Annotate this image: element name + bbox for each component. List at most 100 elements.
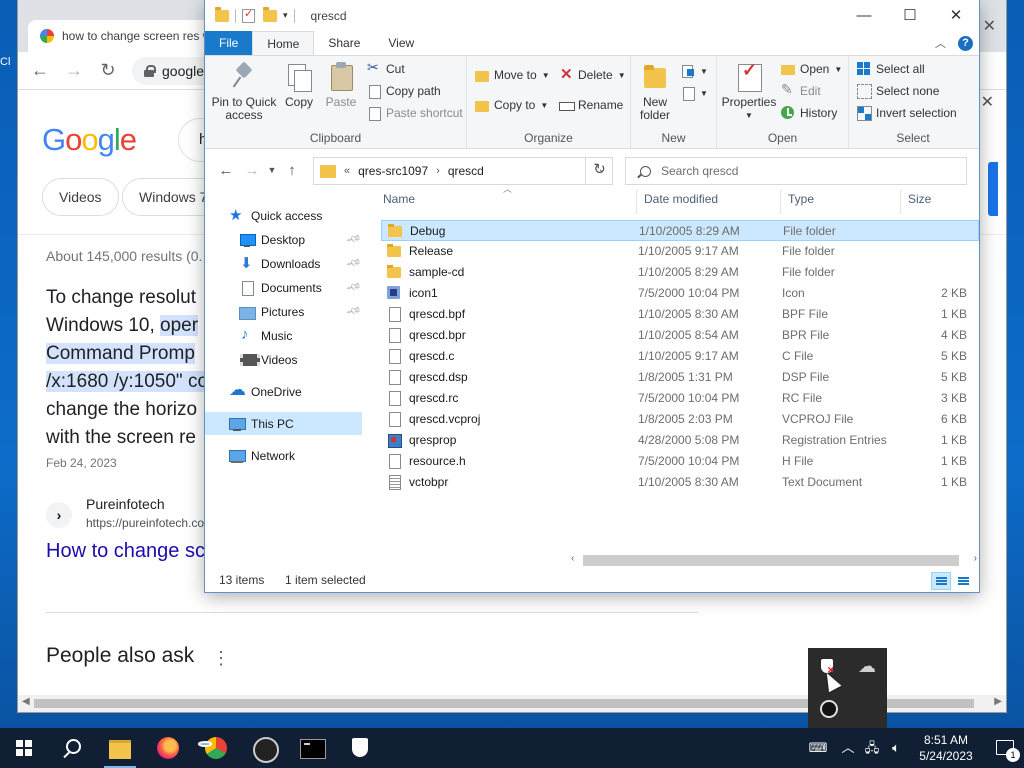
nav-onedrive[interactable]: OneDrive: [205, 380, 362, 403]
pin-to-quick-access-button[interactable]: Pin to Quick access: [211, 62, 277, 122]
file-row[interactable]: qresprop 4/28/2000 5:08 PM Registration En…: [381, 430, 979, 451]
show-hidden-icons-icon[interactable]: ︿: [836, 728, 860, 768]
select-none-button[interactable]: Select none: [857, 84, 939, 99]
column-separator[interactable]: [636, 190, 637, 214]
nav-quick-access[interactable]: Quick access: [205, 204, 362, 227]
properties-button[interactable]: Properties ▼: [721, 62, 777, 122]
scroll-left-icon[interactable]: ◀: [22, 696, 30, 707]
file-row[interactable]: icon1 7/5/2000 10:04 PM Icon 2 KB: [381, 283, 979, 304]
large-icons-view-icon[interactable]: [953, 572, 973, 590]
windows-security-icon[interactable]: [336, 728, 384, 768]
rename-button[interactable]: Rename: [559, 98, 623, 112]
search-input[interactable]: Search qrescd: [625, 157, 967, 185]
file-row[interactable]: resource.h 7/5/2000 10:04 PM H File 1 KB: [381, 451, 979, 472]
breadcrumb-overflow[interactable]: «: [344, 165, 350, 177]
open-button[interactable]: Open ▼: [781, 62, 842, 76]
delete-button[interactable]: Delete ▼: [559, 65, 626, 83]
file-row[interactable]: qrescd.bpr 1/10/2005 8:54 AM BPR File 4 KB: [381, 325, 979, 346]
new-item-button[interactable]: ▼: [681, 64, 708, 78]
nav-videos[interactable]: Videos: [205, 348, 362, 371]
copy-to-button[interactable]: Copy to ▼: [475, 98, 548, 112]
chrome-tab[interactable]: how to change screen res w: [28, 20, 228, 52]
file-list-horizontal-scrollbar[interactable]: ‹ ›: [571, 552, 979, 569]
side-panel-button[interactable]: [988, 162, 998, 216]
up-arrow-icon[interactable]: ↑: [279, 162, 305, 179]
back-arrow-icon[interactable]: ←: [213, 162, 239, 179]
desktop-icon-label[interactable]: Cl: [0, 56, 10, 68]
forward-arrow-icon[interactable]: →: [239, 162, 265, 179]
select-all-button[interactable]: Select all: [857, 62, 925, 76]
edit-button[interactable]: Edit: [781, 81, 821, 98]
taskbar-search-icon[interactable]: [48, 728, 96, 768]
refresh-icon[interactable]: ↻: [585, 157, 613, 185]
recording-app-icon[interactable]: [818, 698, 838, 718]
nav-network[interactable]: Network: [205, 444, 362, 467]
chrome-close-icon[interactable]: ✕: [983, 16, 996, 36]
column-header-type[interactable]: Type: [788, 192, 814, 212]
file-row[interactable]: qrescd.c 1/10/2005 9:17 AM C File 5 KB: [381, 346, 979, 367]
nav-this-pc[interactable]: This PC: [205, 412, 362, 435]
column-header-date-modified[interactable]: Date modified: [644, 192, 718, 212]
invert-selection-button[interactable]: Invert selection: [857, 106, 957, 121]
title-bar[interactable]: ▾ qrescd — ☐ ✕: [205, 0, 979, 31]
column-separator[interactable]: [780, 190, 781, 214]
file-row[interactable]: vctobpr 1/10/2005 8:30 AM Text Document 1 K…: [381, 472, 979, 493]
chip-videos[interactable]: Videos: [42, 178, 119, 216]
volume-muted-icon[interactable]: 🔈︎: [884, 728, 908, 768]
file-explorer-taskbar-icon[interactable]: [96, 728, 144, 768]
collapse-ribbon-icon[interactable]: ︿: [935, 35, 946, 51]
close-icon[interactable]: ✕: [933, 0, 979, 31]
more-vert-icon[interactable]: ⋮: [212, 648, 230, 669]
back-arrow-icon[interactable]: ←: [30, 60, 50, 81]
file-row[interactable]: qrescd.vcproj 1/8/2005 2:03 PM VCPROJ File…: [381, 409, 979, 430]
notification-center-icon[interactable]: 1: [984, 728, 1024, 768]
paste-button[interactable]: Paste: [323, 62, 359, 109]
column-separator[interactable]: [900, 190, 901, 214]
customize-quick-access-icon[interactable]: ▾: [283, 10, 288, 21]
firefox-icon[interactable]: [144, 728, 192, 768]
maximize-icon[interactable]: ☐: [887, 0, 933, 31]
column-header-name[interactable]: Name: [383, 192, 415, 212]
forward-arrow-icon[interactable]: →: [64, 60, 84, 81]
column-header-size[interactable]: Size: [908, 192, 931, 212]
file-row[interactable]: qrescd.rc 7/5/2000 10:04 PM RC File 3 KB: [381, 388, 979, 409]
minimize-icon[interactable]: —: [841, 0, 887, 31]
onedrive-offline-icon[interactable]: [858, 656, 876, 678]
recent-locations-icon[interactable]: ▼: [265, 165, 279, 175]
breadcrumb-qres-src1097[interactable]: qres-src1097: [358, 164, 428, 178]
recording-app-taskbar-icon[interactable]: [240, 728, 288, 768]
tab-home[interactable]: Home: [252, 31, 315, 55]
result-title-link[interactable]: How to change sc: [46, 540, 205, 563]
clock[interactable]: 8:51 AM 5/24/2023: [908, 732, 984, 764]
chrome-icon[interactable]: [192, 728, 240, 768]
tab-share[interactable]: Share: [314, 31, 374, 55]
terminal-icon[interactable]: [288, 728, 336, 768]
file-row[interactable]: sample-cd 1/10/2005 8:29 AM File folder: [381, 262, 979, 283]
address-bar[interactable]: « qres-src1097 › qrescd ⌄: [313, 157, 613, 185]
keyboard-icon[interactable]: ⌨: [800, 728, 836, 768]
nav-pictures[interactable]: Pictures 📌︎: [205, 300, 362, 323]
tab-view[interactable]: View: [374, 31, 428, 55]
file-row[interactable]: Debug 1/10/2005 8:29 AM File folder: [381, 220, 979, 241]
history-button[interactable]: History: [781, 106, 837, 120]
nav-music[interactable]: Music: [205, 324, 362, 347]
scroll-right-icon[interactable]: ›: [974, 553, 977, 564]
copy-path-button[interactable]: Copy path: [367, 84, 441, 99]
scrollbar-thumb[interactable]: [583, 555, 959, 566]
easy-access-button[interactable]: ▼: [681, 86, 708, 101]
cut-button[interactable]: Cut: [367, 59, 405, 76]
new-folder-button[interactable]: New folder: [635, 62, 675, 122]
scroll-right-icon[interactable]: ▶: [994, 696, 1002, 707]
side-close-icon[interactable]: ✕: [981, 92, 994, 112]
nav-downloads[interactable]: Downloads 📌︎: [205, 252, 362, 275]
reload-icon[interactable]: ↻: [98, 60, 118, 81]
google-logo[interactable]: Google: [42, 122, 137, 158]
nav-desktop[interactable]: Desktop 📌︎: [205, 228, 362, 251]
breadcrumb-qrescd[interactable]: qrescd: [448, 164, 484, 178]
properties-quick-access-icon[interactable]: [242, 7, 255, 23]
file-row[interactable]: qrescd.bpf 1/10/2005 8:30 AM BPF File 1 KB: [381, 304, 979, 325]
paste-shortcut-button[interactable]: Paste shortcut: [367, 106, 463, 121]
scroll-left-icon[interactable]: ‹: [571, 553, 574, 564]
chevron-right-icon[interactable]: ›: [436, 165, 440, 177]
file-row[interactable]: qrescd.dsp 1/8/2005 1:31 PM DSP File 5 KB: [381, 367, 979, 388]
